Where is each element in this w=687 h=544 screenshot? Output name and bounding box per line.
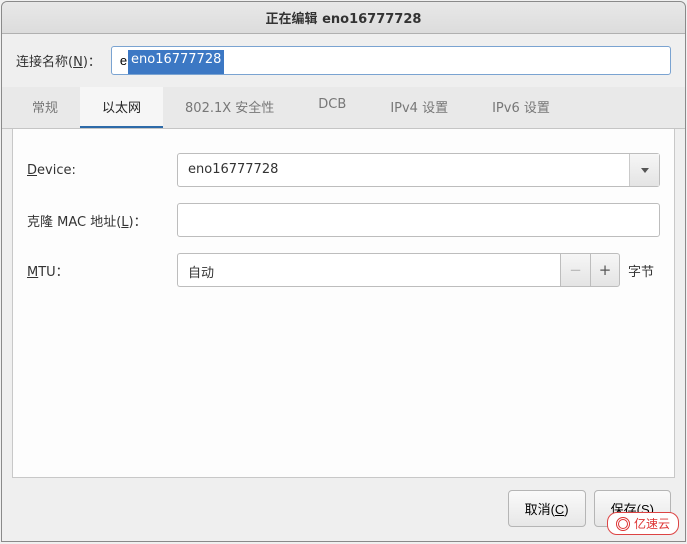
connection-name-row: 连接名称(N)： xyxy=(2,34,685,87)
device-dropdown-button[interactable] xyxy=(629,154,659,186)
tab-general[interactable]: 常规 xyxy=(10,87,80,128)
dialog-window: 正在编辑 eno16777728 连接名称(N)： eno16777728 常规… xyxy=(1,1,686,542)
mtu-value[interactable]: 自动 xyxy=(177,253,560,287)
watermark: 亿速云 xyxy=(607,512,679,535)
mtu-unit-label: 字节 xyxy=(628,261,660,280)
mtu-spinner: 自动 − + xyxy=(177,253,620,287)
watermark-icon xyxy=(616,517,630,531)
cancel-button[interactable]: 取消(C) xyxy=(508,490,586,527)
chevron-down-icon xyxy=(641,168,649,173)
tab-bar: 常规 以太网 802.1X 安全性 DCB IPv4 设置 IPv6 设置 xyxy=(2,87,685,129)
clone-mac-input[interactable] xyxy=(177,203,660,237)
mtu-label: MTU： xyxy=(27,261,177,280)
mtu-decrement-button[interactable]: − xyxy=(560,253,590,287)
connection-name-label: 连接名称(N)： xyxy=(16,51,101,70)
clone-mac-label: 克隆 MAC 地址(L)： xyxy=(27,211,177,230)
window-title: 正在编辑 eno16777728 xyxy=(266,12,422,27)
connection-name-input[interactable] xyxy=(111,46,671,75)
clone-mac-row: 克隆 MAC 地址(L)： xyxy=(27,203,660,237)
device-value: eno16777728 xyxy=(178,154,629,186)
title-bar: 正在编辑 eno16777728 xyxy=(2,2,685,34)
tab-ipv4[interactable]: IPv4 设置 xyxy=(368,87,470,128)
tab-ipv6[interactable]: IPv6 设置 xyxy=(470,87,572,128)
tab-8021x[interactable]: 802.1X 安全性 xyxy=(163,87,296,128)
tab-ethernet[interactable]: 以太网 xyxy=(80,87,163,128)
tab-content: Device: eno16777728 克隆 MAC 地址(L)： MTU： 自… xyxy=(12,129,675,478)
device-label: Device: xyxy=(27,163,177,178)
device-combo[interactable]: eno16777728 xyxy=(177,153,660,187)
device-row: Device: eno16777728 xyxy=(27,153,660,187)
mtu-row: MTU： 自动 − + 字节 xyxy=(27,253,660,287)
tab-dcb[interactable]: DCB xyxy=(296,87,368,128)
watermark-text: 亿速云 xyxy=(634,515,670,532)
action-bar: 取消(C) 保存(S) xyxy=(2,478,685,541)
mtu-increment-button[interactable]: + xyxy=(590,253,620,287)
